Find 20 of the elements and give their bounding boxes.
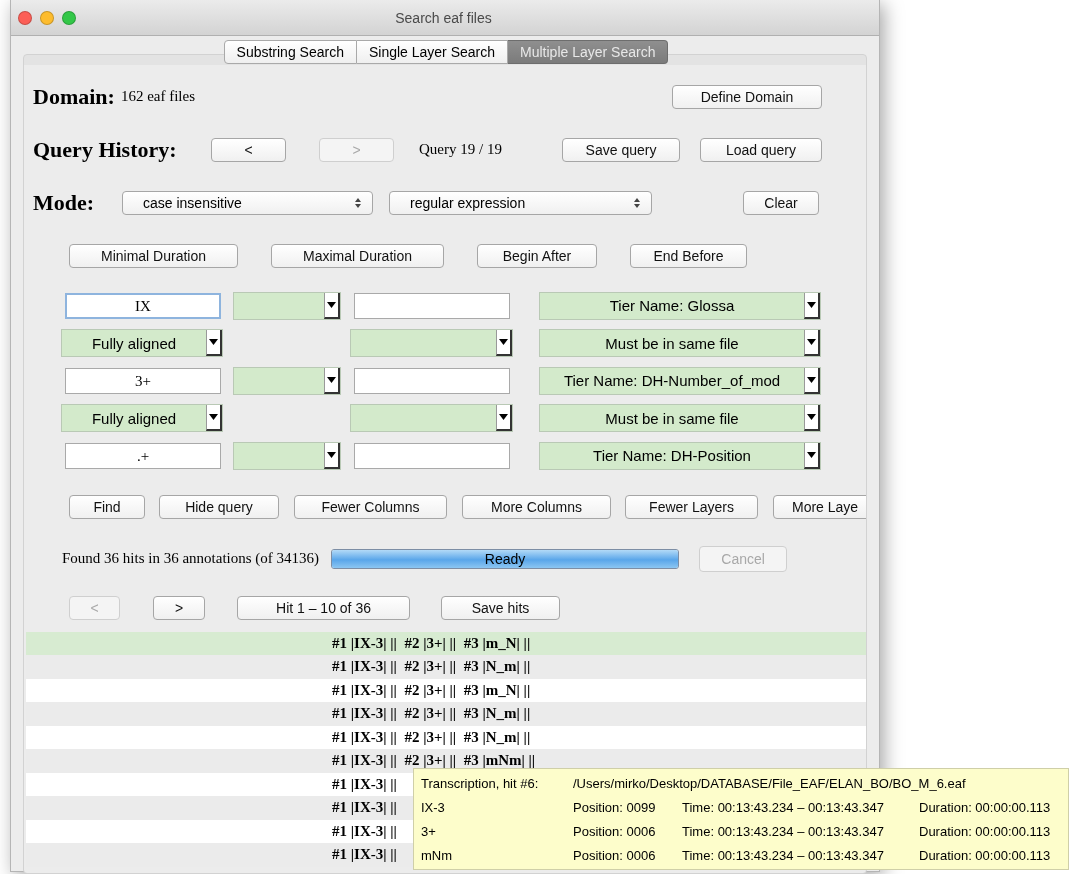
status-text: Found 36 hits in 36 annotations (of 34136) (62, 550, 320, 567)
position-text: Position: 0006 (573, 847, 657, 863)
query-counter: Query 19 / 19 (419, 141, 502, 158)
time-text: Time: 00:13:43.234 – 00:13:43.347 (682, 823, 885, 839)
domain-value: 162 eaf files (120, 88, 196, 105)
window-title: Search eaf files (394, 9, 493, 26)
query-history-label: Query History: (33, 136, 178, 163)
domain-label: Domain: (33, 83, 115, 110)
position-text: Position: 0099 (573, 799, 657, 815)
annotation-text: IX-3 (421, 799, 446, 815)
position-text: Position: 0006 (573, 823, 657, 839)
time-text: Time: 00:13:43.234 – 00:13:43.347 (682, 799, 885, 815)
progress-bar: Ready (331, 548, 680, 569)
duration-text: Duration: 00:00:00.113 (919, 823, 1052, 839)
duration-text: Duration: 00:00:00.113 (919, 847, 1052, 863)
annotation-text: mNm (421, 847, 454, 863)
annotation-text: 3+ (421, 823, 437, 839)
duration-text: Duration: 00:00:00.113 (919, 799, 1052, 815)
tooltip-title: Transcription, hit #6: (421, 775, 540, 791)
mode-label: Mode: (33, 189, 96, 216)
